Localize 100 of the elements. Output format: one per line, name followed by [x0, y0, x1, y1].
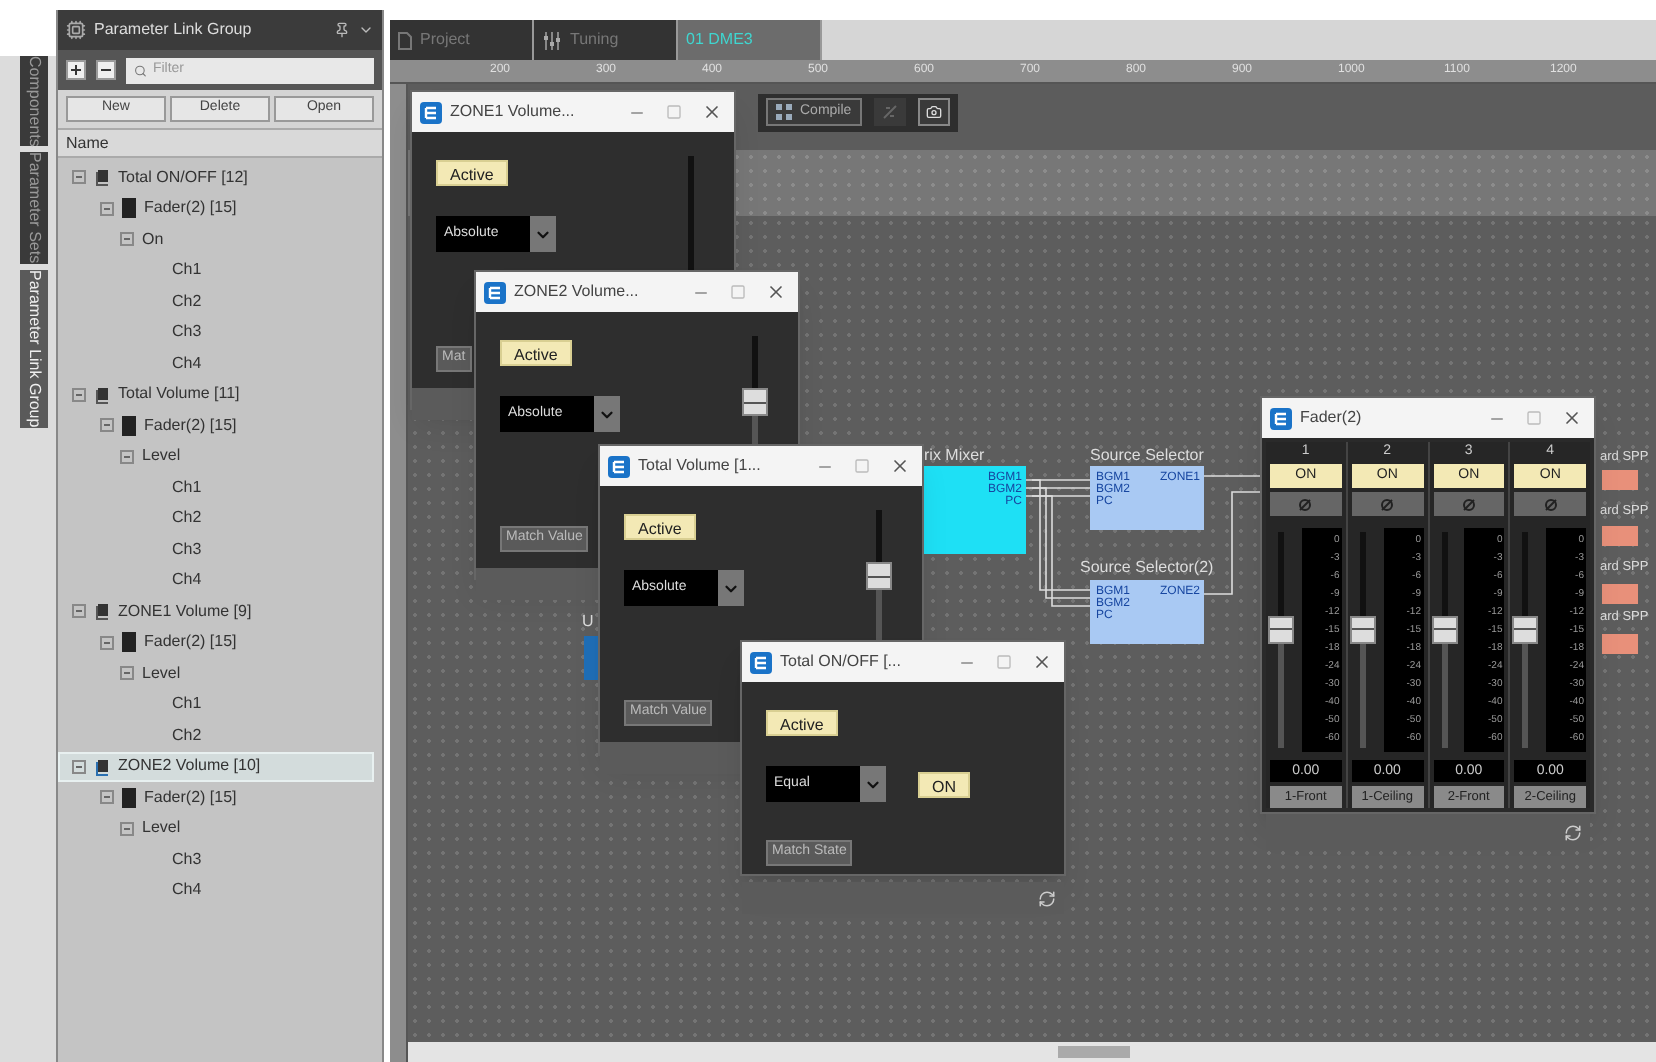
tree-item[interactable]: Ch4 [58, 875, 374, 906]
collapse-icon[interactable] [120, 666, 134, 681]
collapse-all-icon[interactable] [96, 60, 116, 80]
panel-title: Parameter Link Group [94, 18, 252, 42]
collapse-icon[interactable] [72, 387, 86, 402]
tree-item[interactable]: Ch4 [58, 565, 374, 596]
tree-item[interactable]: Fader(2) [15] [58, 410, 374, 441]
tree-item[interactable]: Fader(2) [15] [58, 193, 374, 224]
app-icon [750, 651, 772, 673]
dropdown-button[interactable] [530, 216, 556, 252]
phase-button[interactable] [1433, 492, 1505, 516]
active-button[interactable]: Active [766, 710, 838, 736]
search-icon [134, 63, 147, 77]
tree-item[interactable]: Level [58, 658, 374, 689]
tree-label: Ch4 [172, 568, 202, 593]
refresh-icon[interactable] [1038, 889, 1056, 907]
tree-item[interactable]: Level [58, 813, 374, 844]
fader-thumb[interactable] [1349, 615, 1376, 644]
tree-item[interactable]: Ch2 [58, 503, 374, 534]
tree-item[interactable]: Ch3 [58, 534, 374, 565]
app-icon [1270, 407, 1292, 429]
tree-item[interactable]: On [58, 224, 374, 255]
window-title: ZONE1 Volume... [450, 100, 575, 124]
collapse-icon[interactable] [120, 232, 134, 247]
on-button[interactable]: ON [918, 771, 970, 797]
block-label: Source Selector(2) [1080, 558, 1214, 578]
phase-button[interactable] [1270, 492, 1342, 516]
refresh-icon[interactable] [1564, 823, 1582, 841]
tree-item[interactable]: Fader(2) [15] [58, 627, 374, 658]
collapse-icon[interactable] [100, 201, 114, 216]
scrollbar-thumb[interactable] [1058, 1046, 1130, 1058]
fader-thumb[interactable] [1431, 615, 1457, 644]
collapse-icon[interactable] [120, 821, 134, 836]
app-icon [608, 455, 630, 477]
tree-item[interactable]: Ch1 [58, 472, 374, 503]
collapse-icon[interactable] [72, 170, 86, 185]
component-icon [122, 632, 136, 653]
tree-label: Level [142, 816, 181, 841]
tree-item[interactable]: ZONE2 Volume [10] [58, 751, 374, 782]
collapse-icon[interactable] [72, 759, 86, 774]
tree-label: Ch3 [172, 847, 202, 872]
expand-all-icon[interactable] [66, 60, 86, 80]
fader-thumb[interactable] [866, 562, 892, 590]
horizontal-scrollbar[interactable] [408, 1042, 1656, 1062]
side-tab[interactable]: Parameter Link Group [20, 269, 48, 428]
link-group-icon [94, 602, 110, 621]
tree-label: Level [142, 444, 181, 469]
fader-thumb[interactable] [1512, 615, 1539, 644]
collapse-icon[interactable] [72, 604, 86, 619]
collapse-icon[interactable] [100, 635, 114, 650]
close-icon[interactable] [766, 282, 786, 302]
tree-item[interactable]: Fader(2) [15] [58, 782, 374, 813]
tree-item[interactable]: Level [58, 441, 374, 472]
dropdown-button[interactable] [718, 570, 744, 606]
phase-button[interactable] [1514, 492, 1586, 516]
window-title: Total ON/OFF [... [780, 650, 901, 674]
tree-item[interactable]: Ch2 [58, 720, 374, 751]
close-icon[interactable] [890, 456, 910, 476]
tree-label: Fader(2) [15] [144, 196, 237, 221]
tree-item[interactable]: Ch3 [58, 844, 374, 875]
close-icon[interactable] [1032, 652, 1052, 672]
tree-label: Ch1 [172, 258, 202, 283]
fader-thumb[interactable] [742, 388, 768, 416]
tree-item[interactable]: Ch1 [58, 689, 374, 720]
tree-label: ZONE2 Volume [10] [118, 754, 261, 779]
tree-label: Ch1 [172, 475, 202, 500]
dropdown-button[interactable] [860, 766, 886, 802]
tree-item[interactable]: Ch3 [58, 317, 374, 348]
dropdown-button[interactable] [594, 396, 620, 432]
tree-item[interactable]: ZONE1 Volume [9] [58, 596, 374, 627]
active-button[interactable]: Active [624, 514, 696, 540]
tree-label: Total Volume [11] [118, 382, 240, 407]
collapse-icon[interactable] [120, 449, 134, 464]
link-group-icon [94, 168, 110, 187]
window-title: Total Volume [1... [638, 454, 761, 478]
fader-thumb[interactable] [1268, 615, 1294, 644]
phase-icon [1298, 497, 1313, 511]
side-tab[interactable]: Components [20, 56, 48, 147]
close-icon[interactable] [702, 102, 722, 122]
collapse-icon[interactable] [100, 790, 114, 805]
pin-icon[interactable] [334, 22, 350, 38]
tree-label: Ch4 [172, 878, 202, 903]
tree-item[interactable]: Ch1 [58, 255, 374, 286]
grid-icon [776, 104, 794, 120]
close-icon[interactable] [1562, 408, 1582, 428]
collapse-icon[interactable] [100, 418, 114, 433]
active-button[interactable]: Active [500, 340, 572, 366]
toolbar-button[interactable] [917, 98, 950, 126]
side-tab[interactable]: Parameter Sets [20, 152, 48, 264]
tree-item[interactable]: Ch2 [58, 286, 374, 317]
tree-label: Total ON/OFF [12] [118, 165, 248, 190]
component-icon [122, 415, 136, 436]
component-icon [122, 787, 136, 808]
phase-button[interactable] [1351, 492, 1423, 516]
tree-item[interactable]: Total Volume [11] [58, 379, 374, 410]
panel-icon [66, 20, 86, 40]
caret-icon[interactable] [358, 22, 374, 38]
tree-item[interactable]: Ch4 [58, 348, 374, 379]
active-button[interactable]: Active [436, 160, 508, 186]
tree-item[interactable]: Total ON/OFF [12] [58, 162, 374, 193]
